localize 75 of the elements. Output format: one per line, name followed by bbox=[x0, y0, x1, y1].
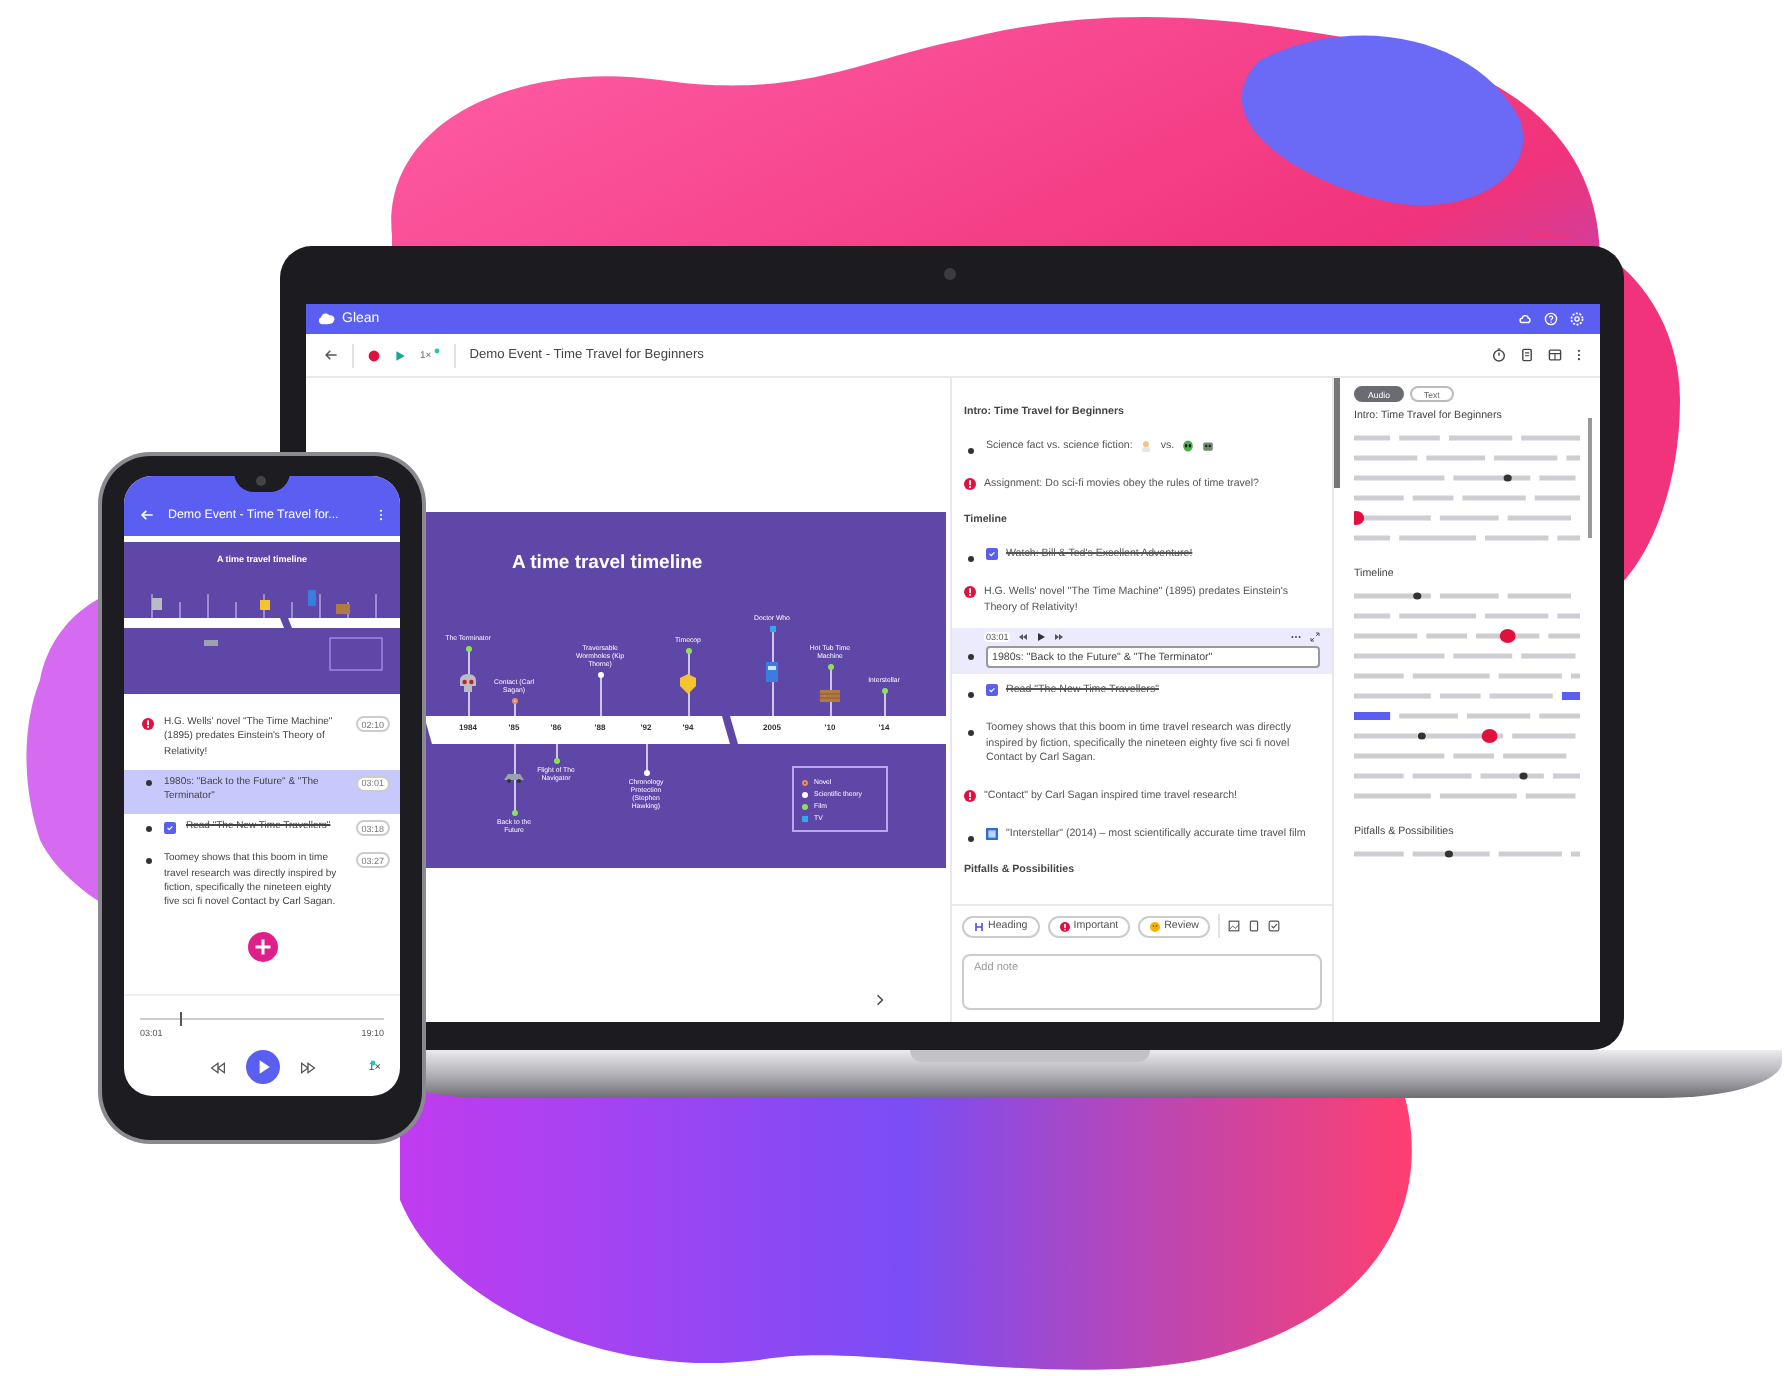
bullet-icon bbox=[968, 730, 974, 737]
police-box-icon bbox=[760, 660, 784, 684]
event-marker bbox=[769, 625, 775, 631]
timeline-stem bbox=[556, 744, 558, 760]
back-arrow-icon[interactable] bbox=[324, 348, 338, 362]
alien-emoji-icon bbox=[1182, 440, 1195, 452]
important-icon bbox=[964, 790, 976, 803]
bullet-icon bbox=[145, 857, 151, 864]
bullet-icon bbox=[145, 780, 151, 787]
legend-marker bbox=[802, 779, 808, 785]
slide-title: A time travel timeline bbox=[512, 552, 703, 574]
timeline-stem bbox=[772, 628, 774, 716]
timeline-stem bbox=[830, 666, 832, 716]
event-marker bbox=[643, 769, 649, 775]
heading-icon bbox=[974, 921, 984, 931]
next-slide-icon[interactable] bbox=[876, 994, 884, 1006]
event-marker bbox=[511, 697, 517, 703]
scientist-emoji-icon bbox=[1140, 440, 1153, 452]
timeline-stem bbox=[646, 744, 648, 772]
help-icon[interactable] bbox=[1544, 312, 1558, 326]
important-icon bbox=[1059, 921, 1070, 931]
event-marker bbox=[827, 663, 833, 669]
layout-icon[interactable] bbox=[1548, 348, 1562, 362]
legend-marker bbox=[802, 791, 808, 797]
checkbox[interactable] bbox=[986, 548, 998, 561]
rewind-icon[interactable] bbox=[209, 1059, 225, 1075]
film-thumbnail-icon bbox=[986, 827, 998, 840]
timeline-stem bbox=[468, 648, 470, 716]
bullet-icon bbox=[968, 835, 974, 842]
add-button[interactable] bbox=[248, 932, 278, 962]
important-icon bbox=[964, 477, 976, 490]
event-marker bbox=[511, 809, 517, 815]
bullet-icon bbox=[145, 825, 151, 832]
cloud-icon[interactable] bbox=[1518, 312, 1532, 326]
timeline-stem bbox=[688, 650, 690, 716]
sparkle-icon bbox=[433, 347, 440, 353]
bullet-icon bbox=[968, 448, 974, 454]
timeline-stem bbox=[884, 690, 886, 716]
skull-icon bbox=[456, 670, 480, 694]
legend-marker bbox=[802, 815, 808, 821]
scrollbar[interactable] bbox=[1334, 378, 1340, 488]
bullet-icon bbox=[968, 654, 974, 661]
scrollbar[interactable] bbox=[1588, 418, 1592, 538]
checkbox-icon[interactable] bbox=[1268, 920, 1281, 932]
legend-marker bbox=[802, 803, 808, 809]
important-icon bbox=[964, 586, 976, 599]
robot-emoji-icon bbox=[1202, 440, 1215, 452]
settings-icon[interactable] bbox=[1570, 312, 1584, 326]
record-icon[interactable] bbox=[368, 349, 380, 361]
event-marker bbox=[465, 645, 471, 651]
face-emoji-icon bbox=[1150, 921, 1161, 931]
badge-icon bbox=[676, 671, 700, 695]
event-marker bbox=[685, 647, 691, 653]
event-marker bbox=[553, 757, 559, 763]
timeline-stem bbox=[514, 744, 516, 812]
notebook-icon[interactable] bbox=[1520, 348, 1534, 362]
camera-icon bbox=[944, 268, 956, 280]
expand-icon[interactable] bbox=[1310, 632, 1320, 643]
more-icon[interactable] bbox=[1576, 348, 1582, 362]
timeline-stem bbox=[600, 674, 602, 716]
book-icon[interactable] bbox=[1248, 920, 1261, 932]
bullet-icon bbox=[968, 692, 974, 699]
fast-forward-icon[interactable] bbox=[299, 1059, 315, 1075]
checkbox[interactable] bbox=[164, 822, 176, 835]
event-marker bbox=[597, 671, 603, 677]
image-icon[interactable] bbox=[1228, 920, 1241, 932]
cloud-logo-icon bbox=[318, 312, 336, 326]
event-marker bbox=[881, 687, 887, 693]
play-button[interactable] bbox=[245, 1050, 279, 1084]
bullet-icon bbox=[968, 556, 974, 563]
checkbox[interactable] bbox=[986, 684, 998, 697]
important-icon bbox=[142, 718, 154, 730]
sparkle-icon bbox=[369, 1059, 375, 1065]
timeline-stem bbox=[514, 700, 516, 716]
timer-icon[interactable] bbox=[1492, 348, 1506, 362]
